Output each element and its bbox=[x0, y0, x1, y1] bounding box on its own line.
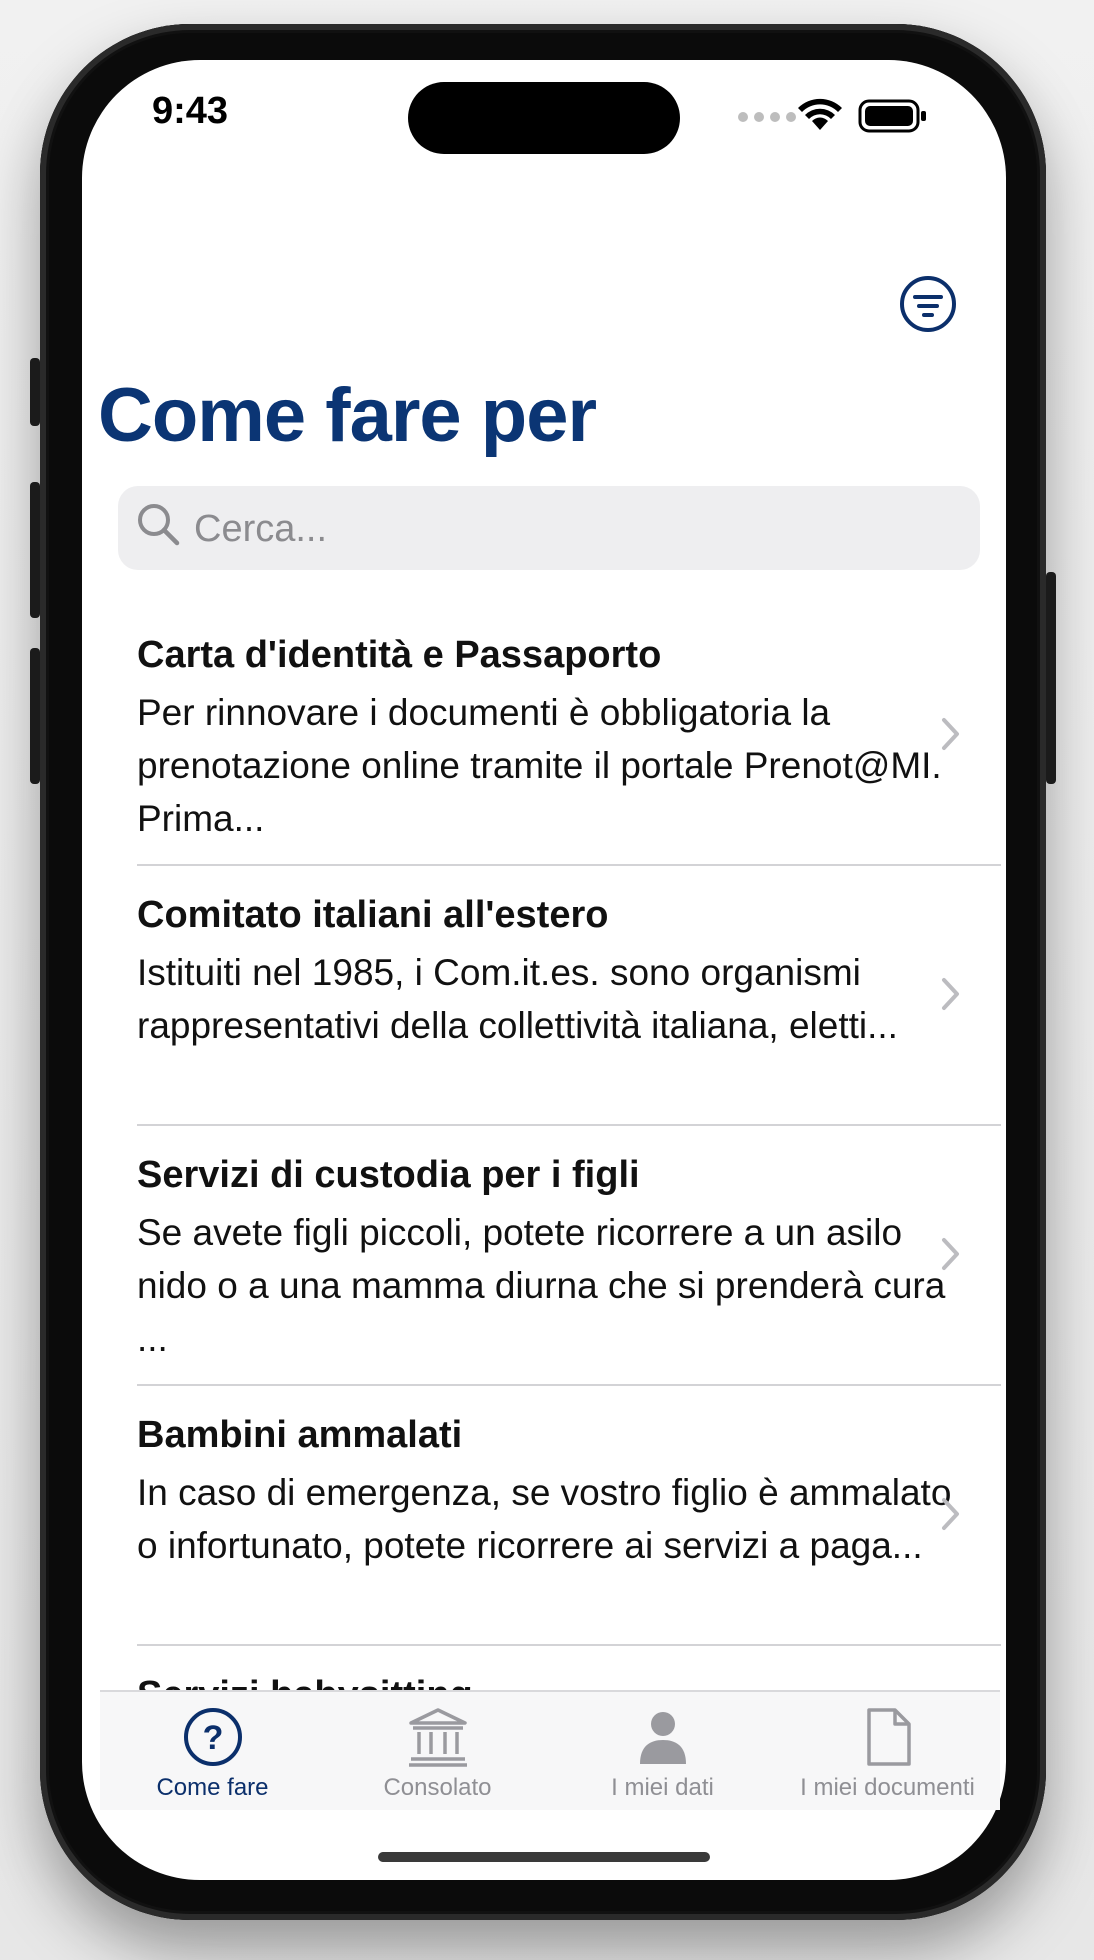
chevron-right-icon bbox=[942, 978, 959, 1010]
volume-down-button bbox=[30, 648, 40, 784]
list-item-title: Comitato italiani all'estero bbox=[137, 894, 609, 936]
tab-label: Come fare bbox=[156, 1774, 269, 1801]
power-button bbox=[1046, 572, 1056, 784]
search-input[interactable] bbox=[192, 494, 956, 564]
svg-text:?: ? bbox=[202, 1719, 223, 1757]
tab-consolato[interactable]: Consolato bbox=[325, 1692, 550, 1810]
wifi-icon bbox=[798, 98, 842, 130]
person-icon bbox=[639, 1712, 686, 1764]
filter-lines-icon bbox=[913, 295, 943, 299]
list-item-title: Servizi babysitting bbox=[137, 1674, 957, 1690]
action-button bbox=[30, 358, 40, 426]
battery-icon bbox=[858, 99, 926, 133]
home-indicator[interactable] bbox=[378, 1852, 710, 1862]
list-item[interactable]: Bambini ammalati In caso di emergenza, s… bbox=[82, 1380, 1006, 1646]
question-circle-icon: ? bbox=[183, 1708, 242, 1766]
list-item-title: Bambini ammalati bbox=[137, 1414, 463, 1456]
filter-lines-icon bbox=[917, 304, 939, 308]
volume-up-button bbox=[30, 482, 40, 618]
list-item[interactable]: Carta d'identità e Passaporto Per rinnov… bbox=[82, 600, 1006, 866]
tab-label: Consolato bbox=[383, 1774, 492, 1801]
filter-button[interactable] bbox=[900, 276, 956, 332]
list-item[interactable]: Servizi di custodia per i figli Se avete… bbox=[82, 1120, 1006, 1386]
tab-label: I miei dati bbox=[611, 1774, 714, 1801]
building-columns-icon bbox=[408, 1708, 467, 1767]
list-item-description: Per rinnovare i documenti è obbligatoria… bbox=[137, 692, 942, 839]
list-item-description: In caso di emergenza, se vostro figlio è… bbox=[137, 1472, 952, 1566]
tab-i-miei-documenti[interactable]: I miei documenti bbox=[775, 1692, 1000, 1810]
dynamic-island bbox=[408, 82, 680, 154]
filter-lines-icon bbox=[922, 313, 934, 317]
chevron-right-icon bbox=[942, 1498, 959, 1530]
list-item-description: Se avete figli piccoli, potete ricorrere… bbox=[137, 1212, 946, 1359]
page-title: Come fare per bbox=[98, 373, 597, 458]
list-item-description: Istituiti nel 1985, i Com.it.es. sono or… bbox=[137, 952, 898, 1046]
tab-i-miei-dati[interactable]: I miei dati bbox=[550, 1692, 775, 1810]
signal-dots-icon bbox=[738, 112, 796, 122]
how-to-list: Carta d'identità e Passaporto Per rinnov… bbox=[82, 600, 1006, 1690]
list-item[interactable]: Comitato italiani all'estero Istituiti n… bbox=[82, 860, 1006, 1126]
tab-bar: ? Come fare Consolato I miei dati I miei… bbox=[100, 1690, 1000, 1810]
chevron-right-icon bbox=[942, 718, 959, 750]
tab-come-fare[interactable]: ? Come fare bbox=[100, 1692, 325, 1810]
list-item[interactable]: Servizi babysitting bbox=[82, 1640, 1006, 1690]
chevron-right-icon bbox=[942, 1238, 959, 1270]
tab-label: I miei documenti bbox=[800, 1774, 975, 1801]
document-icon bbox=[866, 1708, 911, 1766]
list-item-title: Carta d'identità e Passaporto bbox=[137, 634, 662, 676]
list-item-title: Servizi di custodia per i figli bbox=[137, 1154, 640, 1196]
search-icon bbox=[138, 504, 180, 546]
status-time: 9:43 bbox=[151, 90, 229, 132]
